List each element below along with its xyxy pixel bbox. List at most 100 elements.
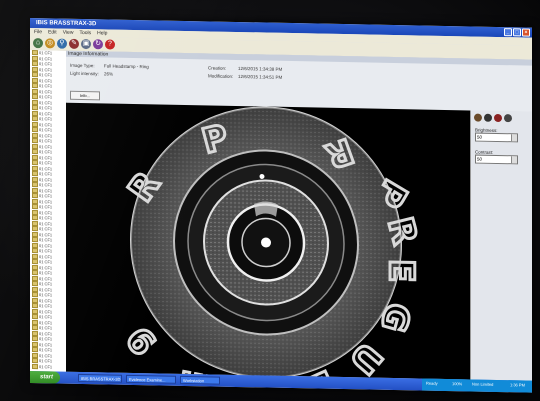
folder-icon [32, 50, 38, 56]
headstamp-letter: E [381, 259, 421, 283]
folder-icon [32, 149, 38, 155]
task-item-evidence[interactable]: Evidence Examine... [126, 374, 176, 384]
status-limit: Non Limited [472, 381, 494, 387]
folder-icon [32, 55, 38, 61]
info-button[interactable]: Info... [70, 90, 100, 101]
folder-icon [32, 77, 38, 83]
clock: 1:36 PM [510, 382, 525, 388]
camera-icon[interactable] [484, 113, 492, 122]
folder-icon [32, 253, 38, 259]
maximize-button[interactable]: □ [513, 28, 521, 37]
folder-icon [32, 143, 38, 149]
folder-icon [32, 187, 38, 193]
marker-icon[interactable] [494, 113, 502, 123]
contrast-input[interactable]: 50 [475, 154, 518, 165]
folder-icon [32, 226, 38, 232]
settings-icon[interactable] [474, 113, 482, 122]
folder-icon [32, 110, 38, 116]
brightness-spinner[interactable] [511, 134, 517, 142]
folder-icon [32, 116, 38, 122]
folder-icon [32, 264, 38, 270]
light-intensity-label: Light intensity: [70, 70, 99, 77]
contrast-spinner[interactable] [511, 156, 517, 164]
window-controls: _ □ × [504, 28, 530, 37]
headstamp-letter: G [372, 298, 418, 336]
tools-icon[interactable]: ✎ [69, 38, 79, 49]
folder-icon [32, 231, 38, 237]
task-item-app[interactable]: IBIS BRASSTRAX-3D [78, 373, 122, 383]
folder-icon [32, 171, 38, 177]
folder-icon [32, 347, 38, 353]
folder-icon [32, 72, 38, 78]
folder-icon [32, 198, 38, 204]
search-icon[interactable]: ⚲ [57, 38, 67, 49]
folder-icon [32, 138, 38, 144]
folder-icon [32, 127, 38, 133]
folder-icon [32, 83, 38, 89]
help-icon[interactable]: ? [105, 39, 115, 50]
folder-icon [32, 94, 38, 100]
creation-value: 12/6/2015 1:34:38 PM [238, 65, 283, 72]
cartridge-image-viewer[interactable]: R P R P 9 m m L U G E R [66, 102, 470, 380]
application-screen: IBIS BRASSTRAX-3D _ □ × File Edit View T… [30, 18, 532, 393]
folder-icon [32, 363, 38, 369]
menu-file[interactable]: File [34, 28, 42, 36]
folder-icon [32, 209, 38, 215]
folder-icon [32, 105, 38, 111]
folder-icon [32, 352, 38, 358]
folder-icon [32, 303, 38, 309]
folder-icon [32, 292, 38, 298]
minimize-button[interactable]: _ [504, 28, 512, 37]
folder-icon [32, 204, 38, 210]
image-type-value: Full Headstamp - Ring [104, 63, 149, 70]
brightness-value: 50 [477, 134, 483, 140]
home-icon[interactable]: ⌂ [33, 38, 43, 49]
task-item-workstation[interactable]: Workstation [180, 375, 220, 385]
folder-icon [32, 121, 38, 127]
menu-tools[interactable]: Tools [79, 29, 91, 37]
evidence-tree: 01 CF1 01 CF1 01 CF1 01 CF1 01 CF1 01 CF1 01 C… [30, 50, 67, 372]
globe-icon[interactable]: ◎ [45, 38, 55, 49]
status-zoom: 100% [452, 381, 463, 387]
brightness-input[interactable]: 50 [475, 132, 518, 143]
close-button[interactable]: × [522, 28, 530, 37]
headstamp-image: R P R P 9 m m L U G E R [118, 106, 426, 379]
menu-help[interactable]: Help [97, 29, 107, 37]
image-icon[interactable]: ▣ [81, 38, 91, 50]
folder-icon [32, 132, 38, 138]
headstamp-letter: 9 [119, 318, 165, 362]
folder-icon [32, 341, 38, 347]
folder-icon [32, 66, 38, 72]
contrast-value: 50 [477, 156, 483, 162]
folder-icon [32, 275, 38, 281]
folder-icon [32, 270, 38, 276]
image-type-label: Image Type: [70, 62, 95, 69]
image-info-panel: Image Information Image Type: Full Heads… [66, 50, 532, 112]
tree-item-label: 01 CF1 [39, 363, 53, 369]
status-tray: Ready 100% Non Limited 1:36 PM [422, 378, 532, 393]
folder-icon [32, 242, 38, 248]
folder-icon [32, 319, 38, 325]
folder-icon [32, 176, 38, 182]
refresh-icon[interactable]: ↻ [93, 39, 103, 50]
folder-icon [32, 215, 38, 221]
folder-icon [32, 259, 38, 265]
image-tools [471, 110, 532, 125]
adjustments-panel: Brightness: 50 Contrast: 50 [470, 110, 532, 381]
folder-icon [32, 297, 38, 303]
folder-icon [32, 308, 38, 314]
start-button[interactable]: start [30, 371, 60, 384]
folder-icon [32, 358, 38, 364]
folder-icon [32, 237, 38, 243]
light-intensity-value: 26% [104, 71, 114, 77]
folder-icon [32, 182, 38, 188]
window-title: IBIS BRASSTRAX-3D [36, 20, 97, 28]
folder-icon [32, 165, 38, 171]
zoom-icon[interactable] [504, 114, 512, 123]
folder-icon [32, 61, 38, 67]
menu-edit[interactable]: Edit [48, 28, 57, 36]
tree-item[interactable]: 01 CF1 [30, 364, 66, 370]
menu-view[interactable]: View [63, 29, 74, 37]
folder-icon [32, 248, 38, 254]
modification-value: 12/6/2015 1:34:51 PM [238, 73, 283, 80]
